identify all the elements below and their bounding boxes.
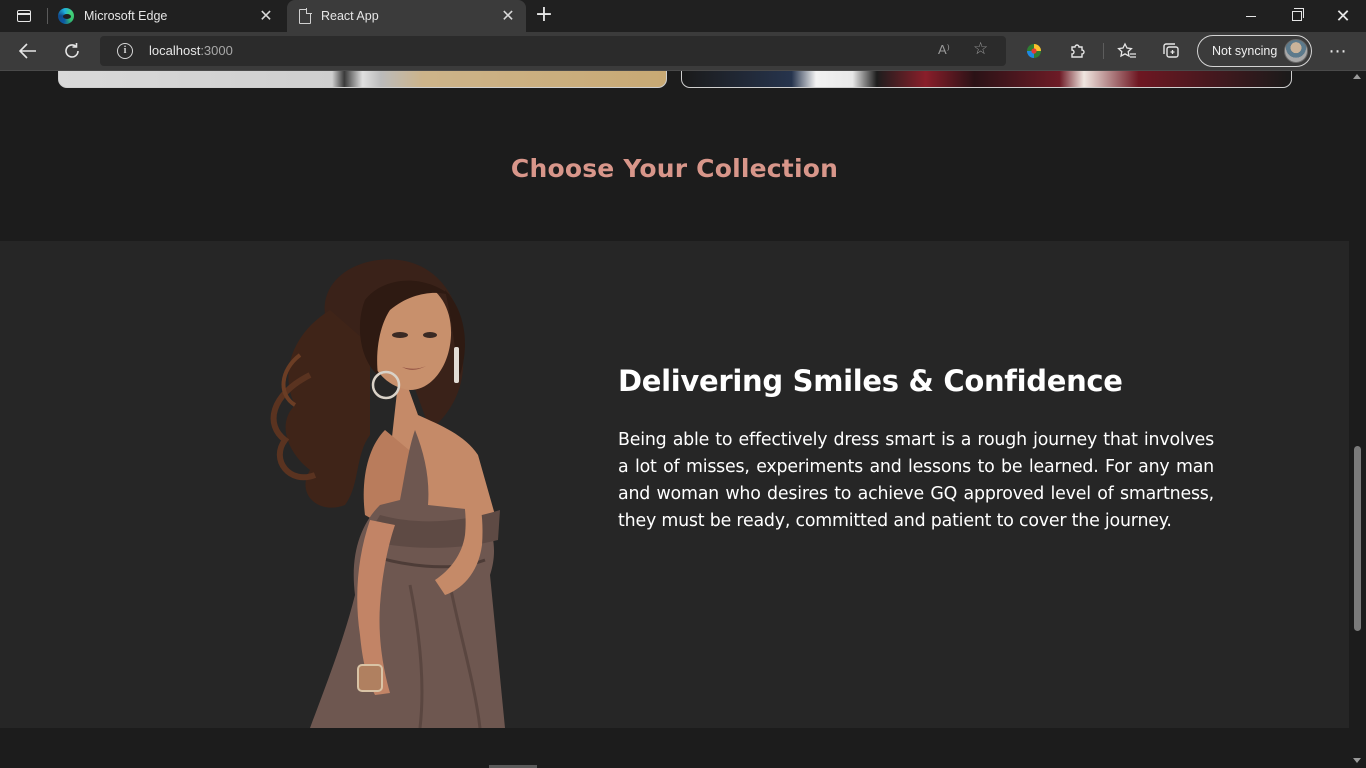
extension-color-icon[interactable] bbox=[1018, 36, 1050, 66]
back-button[interactable] bbox=[12, 36, 44, 66]
favorites-icon[interactable] bbox=[1111, 36, 1143, 66]
restore-window-button[interactable] bbox=[1274, 0, 1320, 32]
page-viewport: Choose Your Collection Delivering Smiles… bbox=[0, 71, 1349, 768]
tab-react-app[interactable]: React App ✕ bbox=[287, 0, 526, 32]
next-section-start bbox=[0, 728, 1349, 768]
minimize-icon bbox=[1246, 15, 1256, 17]
scrollbar-thumb[interactable] bbox=[1354, 446, 1361, 631]
page-icon bbox=[299, 8, 312, 24]
minimize-window-button[interactable] bbox=[1228, 0, 1274, 32]
back-arrow-icon bbox=[19, 43, 36, 59]
tab-microsoft-edge[interactable]: Microsoft Edge ✕ bbox=[48, 0, 284, 32]
scroll-down-arrow-icon[interactable] bbox=[1353, 758, 1361, 763]
page-scrollbar[interactable] bbox=[1349, 71, 1366, 768]
feature-title: Delivering Smiles & Confidence bbox=[618, 364, 1123, 398]
extensions-puzzle-icon[interactable] bbox=[1062, 36, 1094, 66]
collection-heading-section: Choose Your Collection bbox=[0, 88, 1349, 241]
settings-more-icon[interactable]: ⋯ bbox=[1322, 36, 1354, 66]
close-window-button[interactable]: ✕ bbox=[1320, 0, 1366, 32]
url-text[interactable]: localhost:3000 bbox=[149, 43, 233, 58]
site-info-icon[interactable]: i bbox=[117, 43, 133, 59]
collections-stack-icon bbox=[1163, 43, 1179, 58]
feature-section: Delivering Smiles & Confidence Being abl… bbox=[0, 241, 1349, 728]
address-bar[interactable]: i localhost:3000 A⁾ ☆ bbox=[100, 36, 1006, 66]
collection-heading: Choose Your Collection bbox=[510, 154, 839, 183]
extension-icon-graphic bbox=[1027, 44, 1041, 58]
profile-avatar bbox=[1284, 39, 1308, 63]
reload-button[interactable] bbox=[56, 36, 88, 66]
feature-description: Being able to effectively dress smart is… bbox=[618, 430, 1214, 531]
collections-icon[interactable] bbox=[1155, 36, 1187, 66]
close-tab-icon[interactable]: ✕ bbox=[254, 4, 278, 28]
tab-title: React App bbox=[321, 9, 379, 23]
tab-actions-menu-icon[interactable] bbox=[8, 4, 40, 28]
close-tab-icon[interactable]: ✕ bbox=[496, 4, 520, 28]
add-favorite-icon[interactable]: ☆ bbox=[973, 39, 988, 59]
collection-card-image-right[interactable] bbox=[681, 71, 1292, 88]
browser-toolbar: i localhost:3000 A⁾ ☆ Not syncing ⋯ bbox=[0, 32, 1366, 71]
url-port: :3000 bbox=[200, 43, 233, 58]
edge-logo-icon bbox=[58, 8, 74, 24]
toolbar-divider bbox=[1103, 43, 1104, 59]
profile-sync-button[interactable]: Not syncing bbox=[1197, 35, 1312, 67]
model-photo-image bbox=[270, 259, 505, 728]
restore-icon bbox=[1292, 8, 1304, 21]
tab-title: Microsoft Edge bbox=[84, 9, 168, 23]
sync-status-label: Not syncing bbox=[1212, 44, 1278, 58]
browser-tab-bar: Microsoft Edge ✕ React App ✕ + ✕ bbox=[0, 0, 1366, 32]
url-host: localhost bbox=[149, 43, 201, 58]
puzzle-icon bbox=[1071, 44, 1085, 58]
reload-icon bbox=[65, 43, 79, 58]
read-aloud-icon[interactable]: A⁾ bbox=[938, 42, 950, 58]
collection-card-image-left[interactable] bbox=[58, 71, 667, 88]
new-tab-button[interactable]: + bbox=[531, 4, 557, 28]
scroll-up-arrow-icon[interactable] bbox=[1353, 74, 1361, 79]
favorites-star-icon bbox=[1117, 42, 1136, 58]
